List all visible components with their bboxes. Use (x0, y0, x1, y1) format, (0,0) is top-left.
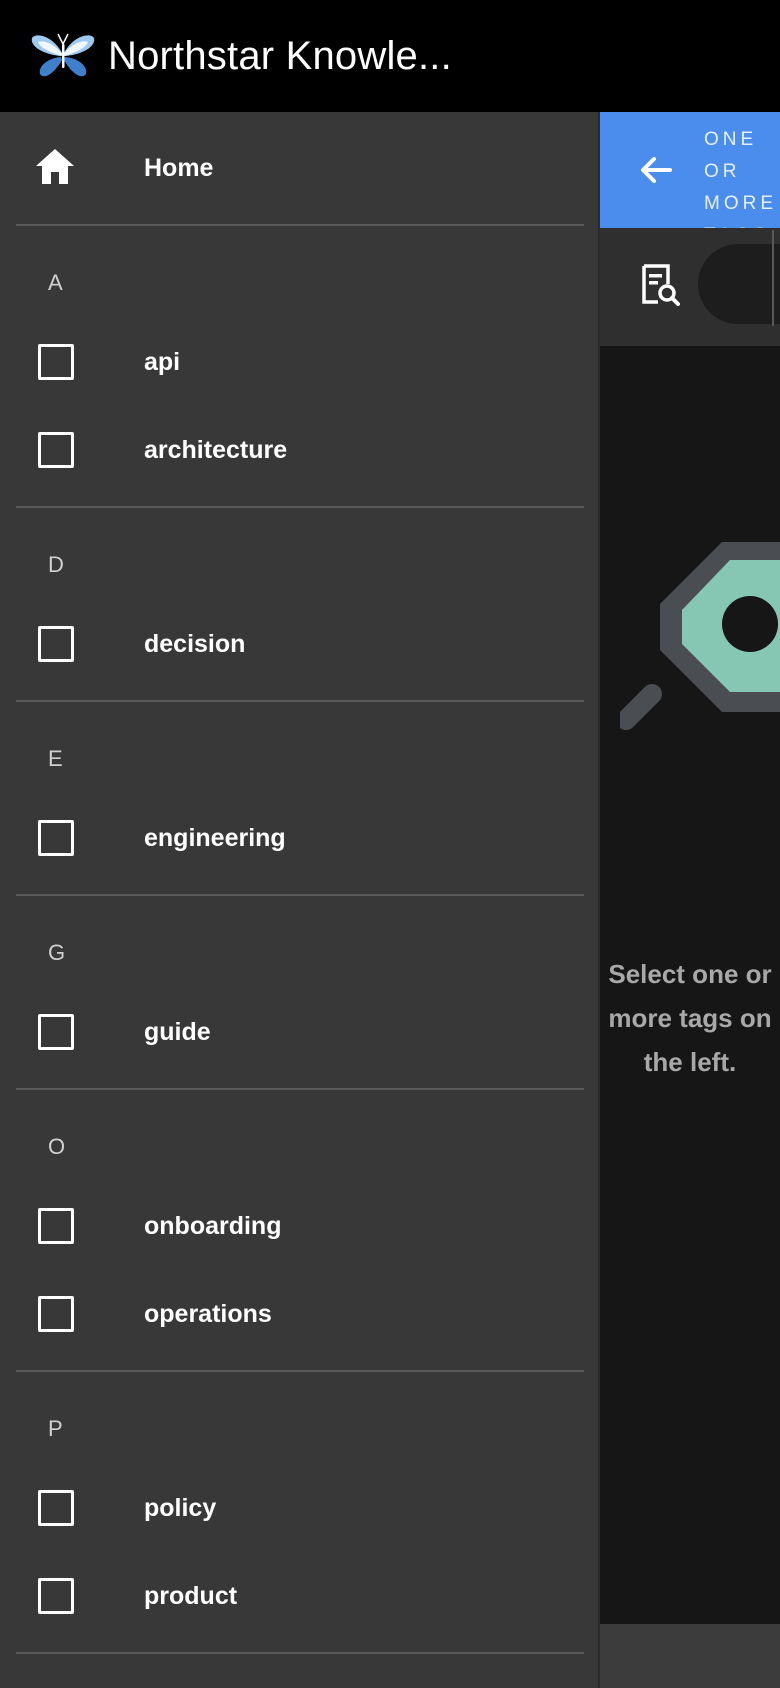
tag-item-api[interactable]: api (0, 318, 598, 406)
search-document-icon[interactable] (636, 262, 682, 308)
tag-label: product (144, 1582, 238, 1610)
tag-illustration-icon (620, 542, 780, 730)
toolbar-divider (772, 230, 774, 326)
drawer-divider (16, 700, 584, 702)
section-header-e: E (48, 746, 63, 771)
tag-label: guide (144, 1018, 211, 1046)
tag-label: operations (144, 1300, 272, 1328)
tag-item-decision[interactable]: decision (0, 600, 598, 688)
tag-checkbox[interactable] (38, 1578, 74, 1614)
app-title: Northstar Knowle... (108, 34, 452, 78)
section-header-d: D (48, 552, 64, 577)
tag-label: onboarding (144, 1212, 282, 1240)
tag-checkbox[interactable] (38, 1490, 74, 1526)
search-input[interactable] (698, 244, 780, 324)
tag-checkbox[interactable] (38, 344, 74, 380)
section-header-g: G (48, 940, 66, 965)
section-header-a: A (48, 270, 63, 295)
tag-results-pane: ONE OR MORE TAGS Select one or more tags… (600, 112, 780, 1688)
butterfly-logo-icon (31, 33, 95, 77)
tag-item-guide[interactable]: guide (0, 988, 598, 1076)
tag-label: engineering (144, 824, 286, 852)
empty-state-message: Select one or more tags on the left. (608, 959, 772, 1077)
app-bar: Northstar Knowle... (0, 0, 780, 112)
section-header-p: P (48, 1416, 63, 1441)
drawer-divider (16, 1088, 584, 1090)
section-header-o: O (48, 1134, 66, 1159)
drawer-divider (16, 894, 584, 896)
banner-text: ONE OR MORE TAGS (704, 129, 777, 228)
navigation-drawer: Home A api architecture D decision E eng… (0, 112, 598, 1688)
tag-label: policy (144, 1494, 217, 1522)
back-arrow-icon[interactable] (636, 150, 676, 190)
tag-checkbox[interactable] (38, 820, 74, 856)
tag-item-architecture[interactable]: architecture (0, 406, 598, 494)
tag-item-operations[interactable]: operations (0, 1270, 598, 1358)
instruction-banner: ONE OR MORE TAGS (600, 112, 780, 228)
tag-item-product[interactable]: product (0, 1552, 598, 1640)
drawer-divider (16, 1652, 584, 1654)
drawer-divider (16, 506, 584, 508)
tag-checkbox[interactable] (38, 1208, 74, 1244)
tag-checkbox[interactable] (38, 432, 74, 468)
bottom-bar (600, 1624, 780, 1688)
tag-checkbox[interactable] (38, 1014, 74, 1050)
tag-label: api (144, 348, 181, 376)
tag-label: decision (144, 630, 246, 658)
tag-checkbox[interactable] (38, 626, 74, 662)
tag-label: architecture (144, 436, 288, 464)
drawer-divider (16, 224, 584, 226)
tag-item-policy[interactable]: policy (0, 1464, 598, 1552)
drawer-item-label: Home (144, 154, 214, 182)
home-icon (36, 149, 74, 184)
tag-item-onboarding[interactable]: onboarding (0, 1182, 598, 1270)
drawer-item-home[interactable]: Home (0, 124, 598, 212)
tag-item-engineering[interactable]: engineering (0, 794, 598, 882)
tag-checkbox[interactable] (38, 1296, 74, 1332)
drawer-divider (16, 1370, 584, 1372)
